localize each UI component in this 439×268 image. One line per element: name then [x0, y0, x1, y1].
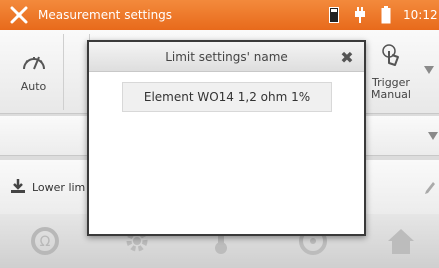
home-icon[interactable]	[384, 224, 418, 258]
lower-limit-button[interactable]: Lower lim	[10, 178, 85, 197]
plug-icon	[351, 5, 369, 25]
trigger-label: Trigger Manual	[371, 76, 411, 101]
download-icon	[10, 178, 26, 197]
chevron-down-icon[interactable]	[424, 66, 434, 74]
dialog-title: Limit settings' name	[165, 49, 288, 64]
measure-icon[interactable]: Ω	[28, 224, 62, 258]
pencil-icon[interactable]	[424, 180, 436, 199]
close-icon[interactable]: ✖	[336, 46, 358, 68]
trigger-tile[interactable]: Trigger Manual	[366, 34, 416, 110]
auto-label: Auto	[20, 80, 47, 93]
gauge-icon	[21, 51, 47, 75]
dialog-header: Limit settings' name ✖	[89, 42, 364, 72]
limit-name-item[interactable]: Element WO14 1,2 ohm 1%	[122, 82, 332, 112]
window-title: Measurement settings	[38, 8, 173, 22]
battery-icon	[377, 5, 395, 25]
svg-text:Ω: Ω	[40, 234, 51, 250]
touch-icon	[380, 43, 402, 71]
clock: 10:12	[403, 8, 438, 22]
sd-card-icon	[325, 5, 343, 25]
lower-limit-label: Lower lim	[32, 181, 86, 194]
tools-icon	[6, 0, 32, 30]
auto-tile[interactable]: Auto	[4, 34, 64, 110]
status-bar: Measurement settings 10:12	[0, 0, 439, 30]
limit-name-dialog: Limit settings' name ✖ Element WO14 1,2 …	[87, 40, 366, 236]
chevron-down-icon[interactable]	[428, 132, 438, 140]
status-icons: 10:12	[325, 0, 439, 30]
